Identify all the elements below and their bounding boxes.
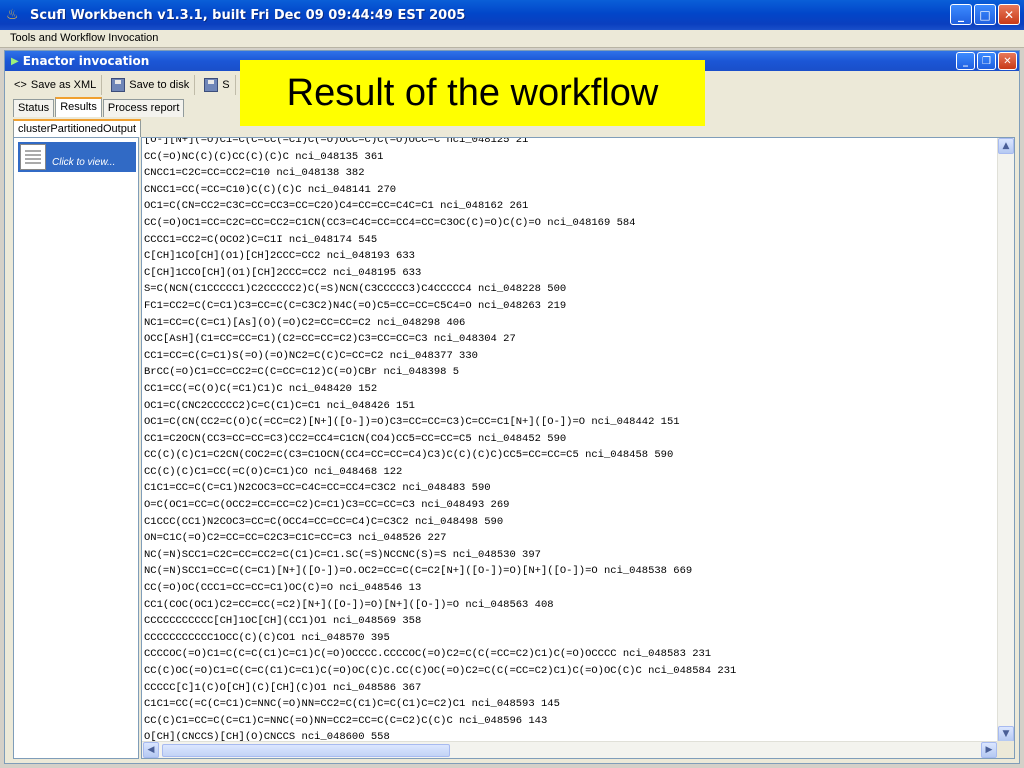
horizontal-scrollbar[interactable]: ◀ ▶ (142, 741, 998, 758)
scroll-right-button[interactable]: ▶ (981, 742, 997, 758)
vertical-scrollbar[interactable]: ▲ ▼ (997, 138, 1014, 742)
result-line: CCCCOC(=O)C1=C(C=C(C1)C=C1)C(=O)OCCCC.CC… (144, 648, 712, 661)
chevron-right-icon: ▶ (985, 745, 993, 755)
result-line: C[CH]1CO[CH](O1)[CH]2CCC=CC2 nci_048193 … (144, 250, 415, 263)
result-line: OC1=C(CN(CC2=C(O)C(=CC=C2)[N+]([O-])=O)C… (144, 416, 680, 429)
result-line: OC1=C(CNC2CCCCC2)C=C(C1)C=C1 nci_048426 … (144, 399, 415, 412)
close-button[interactable]: ✕ (998, 4, 1020, 25)
result-items-pane: Click to view... (13, 137, 139, 759)
minimize-icon: _ (963, 55, 968, 67)
result-line: BrCC(=O)C1=CC=CC2=C(C=CC=C12)C(=O)CBr nc… (144, 366, 460, 379)
window-title: Scufl Workbench v1.3.1, built Fri Dec 09… (30, 7, 466, 23)
result-line: S=C(NCN(C1CCCCC1)C2CCCCC2)C(=S)NCN(C3CCC… (144, 283, 567, 296)
click-to-view-label: Click to view... (52, 157, 116, 168)
result-line: NC(=N)SCC1=C2C=CC=CC2=C(C1)C=C1.SC(=S)NC… (144, 548, 541, 561)
floppy-disk-icon (111, 78, 126, 92)
inner-window-controls: _ ❐ ✕ (956, 52, 1017, 70)
chevron-left-icon: ◀ (147, 745, 155, 755)
scroll-up-button[interactable]: ▲ (998, 138, 1014, 154)
result-line: [O-][N+](=O)C1=C(C=CC(=C1)C(=O)OCC=C)C(=… (144, 137, 529, 146)
scrollbar-corner (997, 741, 1014, 758)
result-line: FC1=CC2=C(C=C1)C3=CC=C(C=C3C2)N4C(=O)C5=… (144, 299, 567, 312)
maximize-icon: □ (979, 7, 991, 22)
result-item-title-placeholder (52, 146, 115, 157)
result-line: CC1=C2OCN(CC3=CC=CC=C3)CC2=CC4=C1CN(CO4)… (144, 432, 567, 445)
result-item[interactable]: Click to view... (18, 142, 136, 172)
floppy-disk-icon (204, 78, 219, 92)
chevron-down-icon: ▼ (1002, 729, 1010, 739)
save-as-xml-label: Save as XML (30, 79, 97, 91)
scroll-down-button[interactable]: ▼ (998, 726, 1014, 742)
play-arrow-icon: ▶ (11, 55, 19, 67)
horizontal-scroll-thumb[interactable] (162, 744, 450, 757)
inner-minimize-button[interactable]: _ (956, 52, 975, 70)
main-tabs: Status Results Process report (13, 97, 185, 117)
chevron-up-icon: ▲ (1002, 141, 1010, 151)
window-controls: _ □ ✕ (950, 4, 1020, 25)
result-line: ON=C1C(=O)C2=CC=CC=C2C3=C1C=CC=C3 nci_04… (144, 532, 447, 545)
result-line: NC1=CC=C(C=C1)[As](O)(=O)C2=CC=CC=C2 nci… (144, 316, 466, 329)
result-line: CC1=CC(=C(O)C(=C1)C1)C nci_048420 152 (144, 382, 378, 395)
result-text-area[interactable]: [O-][N+](=O)C1=C(C=CC(=C1)C(=O)OCC=C)C(=… (141, 137, 1015, 759)
result-line: C1CCC(CC1)N2COC3=CC=C(OCC4=CC=CC=C4)C=C3… (144, 515, 504, 528)
result-line: CC(=O)NC(C)(C)CC(C)(C)C nci_048135 361 (144, 150, 384, 163)
result-line: NC(=N)SCC1=CC=C(C=C1)[N+]([O-])=O.OC2=CC… (144, 565, 693, 578)
result-line: CC1(COC(OC1)C2=CC=CC(=C2)[N+]([O-])=O)[N… (144, 598, 554, 611)
result-line: OC1=C(CN=CC2=C3C=CC=CC3=CC=C2O)C4=CC=CC=… (144, 200, 529, 213)
result-line: CC(C)C1=CC=C(C=C1)C=NNC(=O)NN=CC2=CC=C(C… (144, 714, 548, 727)
xml-brackets-icon: <> (14, 79, 27, 91)
result-line: O=C(OC1=CC=C(OCC2=CC=CC=C2)C=C1)C3=CC=CC… (144, 499, 510, 512)
result-line: C[CH]1CCO[CH](O1)[CH]2CCC=CC2 nci_048195… (144, 266, 422, 279)
minimize-icon: _ (958, 7, 964, 22)
result-line: CC(C)(C)C1=CC(=C(O)C=C1)CO nci_048468 12… (144, 465, 403, 478)
restore-icon: ❐ (982, 55, 991, 67)
save-to-disk-label: Save to disk (129, 79, 190, 91)
result-line: CC(C)OC(=O)C1=C(C=C(C1)C=C1)C(=O)OC(C)C.… (144, 665, 737, 677)
enactor-invocation-window: ▶ Enactor invocation _ ❐ ✕ <> Save as XM… (4, 50, 1020, 764)
result-line: C1C1=CC=C(C=C1)N2COC3=CC=C4C=CC=CC4=C3C2… (144, 482, 491, 495)
close-icon: ✕ (1003, 55, 1012, 67)
save-other-button[interactable]: S (199, 75, 236, 95)
tab-process-report[interactable]: Process report (102, 99, 185, 117)
document-thumbnail-icon (20, 144, 46, 170)
result-line: CCCCC[C]1(C)O[CH](C)[CH](C)O1 nci_048586… (144, 681, 422, 694)
result-line: CC1=CC=C(C=C1)S(=O)(=O)NC2=C(C)C=CC=C2 n… (144, 349, 478, 362)
tab-results[interactable]: Results (55, 97, 102, 117)
inner-window-title: Enactor invocation (22, 54, 150, 68)
tab-status[interactable]: Status (13, 99, 55, 117)
save-to-disk-button[interactable]: Save to disk (106, 75, 196, 95)
result-line: CC(C)(C)C1=C2CN(COC2=C(C3=C1OCN(CC4=CC=C… (144, 449, 674, 462)
result-line: CNCC1=CC(=CC=C10)C(C)(C)C nci_048141 270 (144, 183, 397, 196)
inner-restore-button[interactable]: ❐ (977, 52, 996, 70)
tab-cluster-partitioned-output[interactable]: clusterPartitionedOutput (13, 119, 142, 137)
close-icon: ✕ (1003, 7, 1015, 22)
result-line: CCCCCCCCCCC[CH]1OC[CH](CC1)O1 nci_048569… (144, 615, 422, 628)
scroll-left-button[interactable]: ◀ (143, 742, 159, 758)
output-tabs: clusterPartitionedOutput (13, 119, 142, 137)
minimize-button[interactable]: _ (950, 4, 972, 25)
app-title-bar: ♨ Scufl Workbench v1.3.1, built Fri Dec … (0, 0, 1024, 30)
menu-tools-and-workflow[interactable]: Tools and Workflow Invocation (10, 32, 158, 44)
workbench-app-icon: ♨ (6, 7, 19, 23)
result-line: CC(=O)OC1=CC=C2C=CC=CC2=C1CN(CC3=C4C=CC=… (144, 216, 636, 229)
result-line: CNCC1=C2C=CC=CC2=C10 nci_048138 382 (144, 167, 365, 180)
result-line: OCC[AsH](C1=CC=CC=C1)(C2=CC=CC=C2)C3=CC=… (144, 333, 516, 346)
result-lines: [O-][N+](=O)C1=C(C=CC(=C1)C(=O)OCC=C)C(=… (142, 137, 988, 746)
maximize-button[interactable]: □ (974, 4, 996, 25)
save-other-label: S (222, 79, 230, 91)
result-line: C1C1=CC(=C(C=C1)C=NNC(=O)NN=CC2=C(C1)C=C… (144, 698, 560, 711)
result-line: CC(=O)OC(CCC1=CC=CC=C1)OC(C)=O nci_04854… (144, 582, 422, 595)
menu-bar: Tools and Workflow Invocation (0, 30, 1024, 48)
result-line: CCCCCCCCCCC1OCC(C)(C)CO1 nci_048570 395 (144, 631, 390, 644)
result-line: CCCC1=CC2=C(OCO2)C=C1I nci_048174 545 (144, 233, 378, 246)
save-as-xml-button[interactable]: <> Save as XML (9, 75, 103, 95)
inner-close-button[interactable]: ✕ (998, 52, 1017, 70)
slide-caption-banner: Result of the workflow (240, 60, 705, 126)
